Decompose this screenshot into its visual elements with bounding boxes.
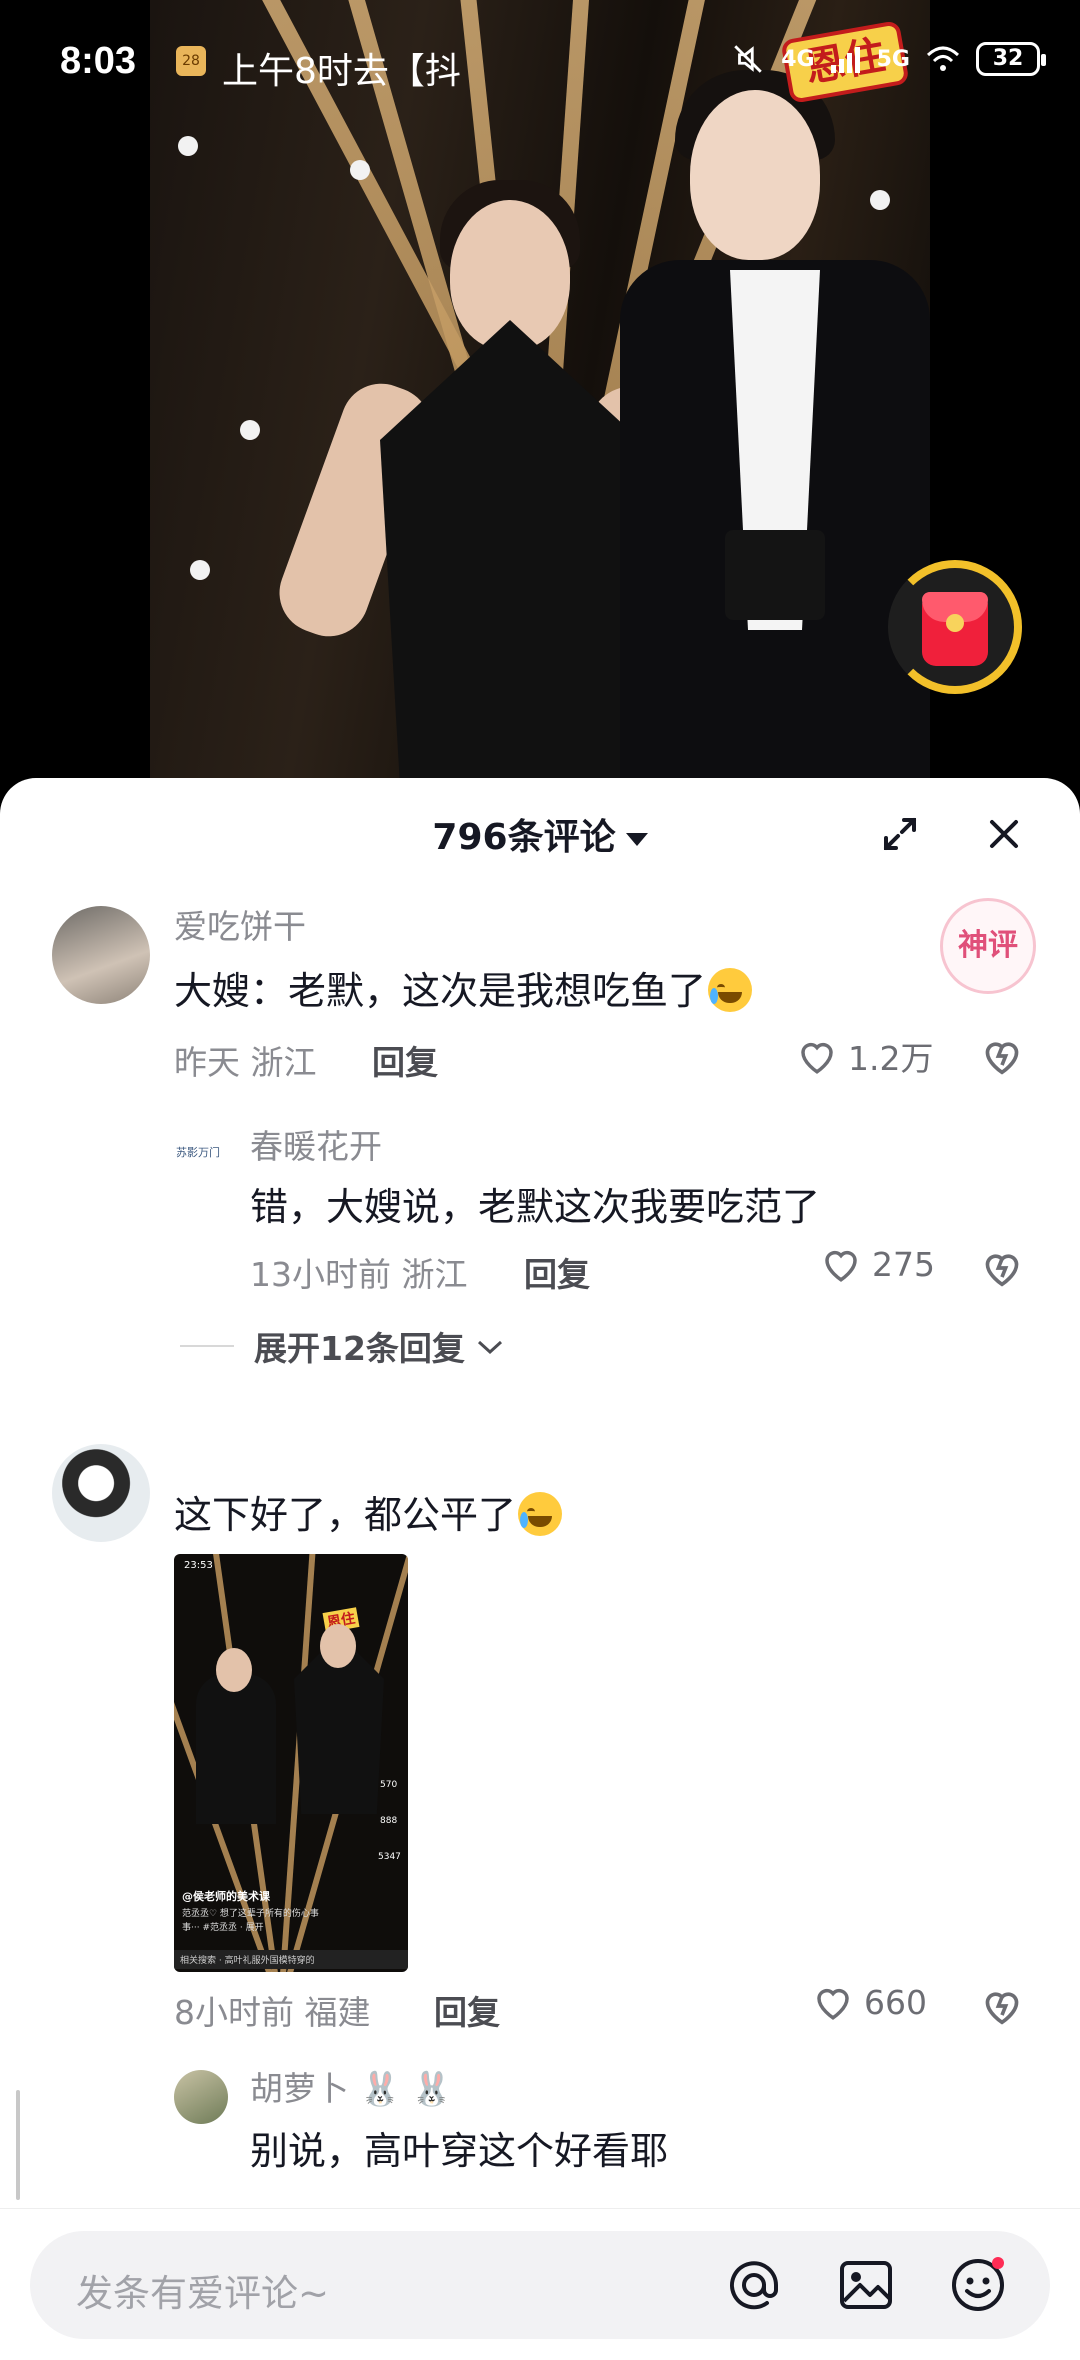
like-button[interactable]: 275 bbox=[820, 1244, 935, 1284]
comment-time: 昨天 bbox=[174, 1043, 240, 1082]
wifi-icon bbox=[926, 46, 960, 71]
mention-icon[interactable] bbox=[724, 2255, 784, 2315]
expand-replies[interactable]: 展开12条回复 bbox=[180, 1322, 507, 1370]
reply-username[interactable]: 春暖花开 bbox=[250, 1120, 382, 1168]
thumb-author: @侯老师的美术课 bbox=[182, 1890, 270, 1903]
person-woman bbox=[380, 320, 640, 800]
network-5g-label: 5G bbox=[876, 46, 910, 72]
thumb-search: 相关搜索 · 高叶礼服外国模特穿的 bbox=[174, 1950, 408, 1969]
mute-icon bbox=[734, 45, 763, 73]
expand-icon[interactable] bbox=[880, 814, 920, 854]
comment-meta: 昨天 浙江 bbox=[174, 1036, 317, 1084]
divider bbox=[180, 1345, 234, 1347]
expand-replies-label: 展开12条回复 bbox=[254, 1329, 465, 1368]
like-button[interactable]: 1.2万 bbox=[796, 1032, 933, 1080]
reply-button[interactable]: 回复 bbox=[524, 1248, 590, 1296]
thumb-caption: 范丞丞♡ 想了这辈子所有的伤心事 bbox=[182, 1909, 319, 1919]
thumb-count: 888 bbox=[380, 1816, 398, 1826]
scrollbar[interactable] bbox=[16, 2090, 20, 2200]
comment-text-content: 这下好了，都公平了 bbox=[174, 1493, 517, 1537]
avatar[interactable]: 苏影万门 bbox=[174, 1126, 228, 1180]
crying-emoji-icon bbox=[708, 968, 753, 1012]
like-count: 660 bbox=[864, 1982, 927, 2022]
like-count: 275 bbox=[872, 1244, 935, 1284]
thumb-count: 570 bbox=[380, 1780, 398, 1790]
comment-text-content: 大嫂：老默，这次是我想吃鱼了 bbox=[174, 969, 707, 1013]
heart-icon bbox=[801, 1042, 833, 1074]
reply-time: 13小时前 bbox=[250, 1255, 391, 1294]
status-bar: 8:03 28 上午8时去【抖 4G 5G 32 bbox=[0, 0, 1080, 130]
comment-text: 这下好了，都公平了 bbox=[174, 1484, 563, 1539]
signal-icon bbox=[830, 47, 860, 73]
comment-location: 浙江 bbox=[250, 1043, 317, 1082]
emoji-icon[interactable] bbox=[948, 2255, 1008, 2315]
comment-input-placeholder: 发条有爱评论~ bbox=[76, 2272, 330, 2315]
heart-icon bbox=[825, 1250, 857, 1282]
thumb-time: 23:53 bbox=[184, 1560, 213, 1571]
reply-meta: 13小时前 浙江 bbox=[250, 1248, 468, 1296]
laughing-emoji-icon bbox=[518, 1492, 563, 1536]
like-button[interactable]: 660 bbox=[812, 1982, 927, 2022]
red-envelope-widget[interactable] bbox=[888, 560, 1022, 694]
dislike-icon[interactable] bbox=[980, 1036, 1024, 1076]
comment-count-label: 796条评论 bbox=[432, 817, 616, 858]
comment-meta: 8小时前 福建 bbox=[174, 1986, 371, 2034]
comment-input-bar: 发条有爱评论~ bbox=[0, 2208, 1080, 2360]
avatar[interactable] bbox=[52, 1444, 150, 1542]
dislike-icon[interactable] bbox=[980, 1986, 1024, 2026]
status-time: 8:03 bbox=[60, 40, 137, 82]
avatar[interactable] bbox=[52, 906, 150, 1004]
reply-text: 错，大嫂说，老默这次我要吃范了 bbox=[250, 1185, 821, 1229]
comment-username[interactable]: 爱吃饼干 bbox=[174, 900, 306, 948]
thumb-caption: 事··· #范丞丞 · 展开 bbox=[182, 1923, 264, 1933]
attached-screenshot[interactable]: 23:53 恩住 570 888 5347 @侯老师的美术课 范丞丞♡ 想了这辈… bbox=[174, 1554, 408, 1972]
like-count: 1.2万 bbox=[848, 1039, 934, 1078]
reply-text: 别说，高叶穿这个好看耶 bbox=[250, 2129, 669, 2173]
avatar-label: 苏影万门 bbox=[176, 1146, 220, 1159]
comment-sheet-header: 796条评论 bbox=[0, 778, 1080, 888]
video-player[interactable]: 恩住 8:03 28 上午8时去【抖 4G 5G 32 bbox=[0, 0, 1080, 800]
comment-location: 福建 bbox=[304, 1993, 371, 2032]
dislike-icon[interactable] bbox=[980, 1248, 1024, 1288]
network-4g-label: 4G bbox=[781, 46, 815, 72]
close-icon[interactable] bbox=[984, 814, 1024, 854]
red-envelope-icon bbox=[922, 592, 988, 666]
heart-icon bbox=[817, 1988, 849, 2020]
status-notification-text: 上午8时去【抖 bbox=[222, 51, 461, 92]
top-comment-badge: 神评 bbox=[940, 898, 1036, 994]
calendar-icon: 28 bbox=[176, 46, 206, 76]
thumb-count: 5347 bbox=[378, 1852, 401, 1862]
image-icon[interactable] bbox=[836, 2255, 896, 2315]
caret-down-icon bbox=[625, 832, 648, 846]
comment-time: 8小时前 bbox=[174, 1993, 294, 2032]
comment-input[interactable]: 发条有爱评论~ bbox=[30, 2231, 1050, 2339]
comment-sheet: 796条评论 爱吃饼干 大嫂：老默，这次是我想吃鱼了 神评 昨天 浙江 回复 1… bbox=[0, 778, 1080, 2360]
battery-indicator: 32 bbox=[976, 42, 1046, 76]
reply-button[interactable]: 回复 bbox=[372, 1036, 438, 1084]
chevron-down-icon bbox=[477, 1340, 502, 1355]
comment-text: 大嫂：老默，这次是我想吃鱼了 bbox=[174, 960, 753, 1015]
avatar[interactable] bbox=[174, 2070, 228, 2124]
reply-button[interactable]: 回复 bbox=[434, 1986, 500, 2034]
reply-location: 浙江 bbox=[401, 1255, 468, 1294]
reply-username[interactable]: 胡萝卜 🐰 🐰 bbox=[250, 2062, 452, 2110]
